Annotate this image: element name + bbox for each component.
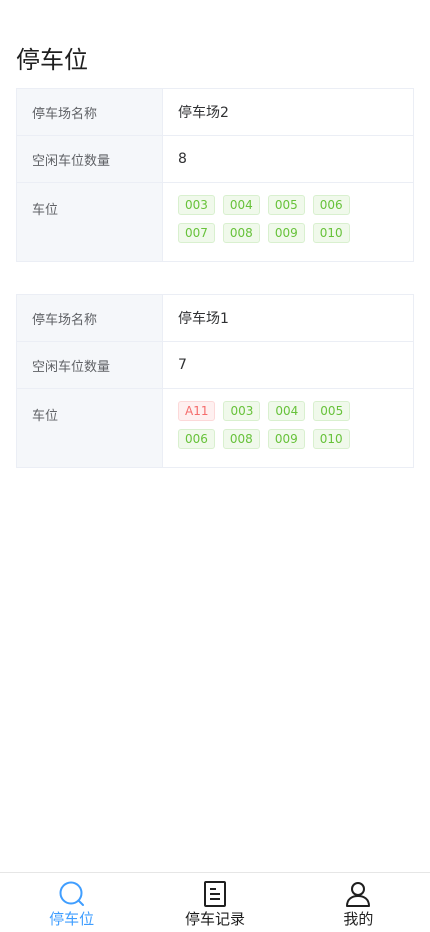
spot-tag-free[interactable]: 008 [222, 429, 260, 449]
spot-tag-free[interactable]: 003 [178, 195, 215, 215]
spot-tag-free[interactable]: 006 [178, 429, 215, 449]
spot-tag-free[interactable]: 005 [313, 401, 351, 421]
spot-tag-free[interactable]: 004 [268, 401, 306, 421]
document-icon [201, 880, 229, 908]
page-title: 停车位 [16, 46, 88, 75]
spot-tag-free[interactable]: 007 [178, 223, 215, 243]
tab-parking-records[interactable]: 停车记录 [143, 873, 286, 932]
spot-tag-free[interactable]: 009 [267, 223, 305, 243]
lot-name-label: 停车场名称 [16, 88, 163, 136]
spot-tag-free[interactable]: 005 [267, 195, 305, 215]
lot-name-row: 停车场名称 停车场2 [16, 88, 414, 136]
spots-row: 车位 A11 003 004 005 006 008 009 010 [16, 388, 414, 468]
spot-tag-free[interactable]: 003 [223, 401, 261, 421]
spots-label: 车位 [16, 388, 163, 468]
parking-lot-card: 停车场名称 停车场1 空闲车位数量 7 车位 A11 003 004 005 006 00… [16, 294, 414, 468]
lot-name-value: 停车场2 [162, 88, 414, 136]
tab-profile[interactable]: 我的 [287, 873, 430, 932]
parking-lot-list: 停车场名称 停车场2 空闲车位数量 8 车位 003 004 005 006 007 00… [16, 88, 414, 500]
free-count-row: 空闲车位数量 8 [16, 135, 414, 183]
parking-lot-card: 停车场名称 停车场2 空闲车位数量 8 车位 003 004 005 006 007 00… [16, 88, 414, 262]
spots-row: 车位 003 004 005 006 007 008 009 010 [16, 182, 414, 262]
lot-name-value: 停车场1 [162, 294, 414, 342]
free-count-value: 8 [162, 135, 414, 183]
spot-tag-free[interactable]: 008 [222, 223, 260, 243]
tab-label: 停车位 [49, 910, 95, 928]
spot-tag-list: 003 004 005 006 007 008 009 010 [178, 195, 368, 251]
free-count-label: 空闲车位数量 [16, 135, 163, 183]
search-icon [58, 880, 86, 908]
spot-tag-free[interactable]: 010 [312, 429, 350, 449]
tab-parking-spots[interactable]: 停车位 [0, 873, 143, 932]
free-count-row: 空闲车位数量 7 [16, 341, 414, 389]
lot-name-label: 停车场名称 [16, 294, 163, 342]
spots-cell: A11 003 004 005 006 008 009 010 [162, 388, 414, 468]
tab-label: 停车记录 [184, 910, 245, 928]
spot-tag-free[interactable]: 009 [267, 429, 305, 449]
spots-label: 车位 [16, 182, 163, 262]
spot-tag-occupied[interactable]: A11 [178, 401, 216, 421]
free-count-label: 空闲车位数量 [16, 341, 163, 389]
user-icon [344, 880, 372, 908]
spots-cell: 003 004 005 006 007 008 009 010 [162, 182, 414, 262]
spot-tag-free[interactable]: 004 [222, 195, 260, 215]
tab-label: 我的 [343, 910, 374, 928]
bottom-tab-bar: 停车位 停车记录 我的 [0, 872, 430, 932]
free-count-value: 7 [162, 341, 414, 389]
spot-tag-free[interactable]: 006 [312, 195, 350, 215]
lot-name-row: 停车场名称 停车场1 [16, 294, 414, 342]
spot-tag-free[interactable]: 010 [312, 223, 350, 243]
spot-tag-list: A11 003 004 005 006 008 009 010 [178, 401, 368, 457]
